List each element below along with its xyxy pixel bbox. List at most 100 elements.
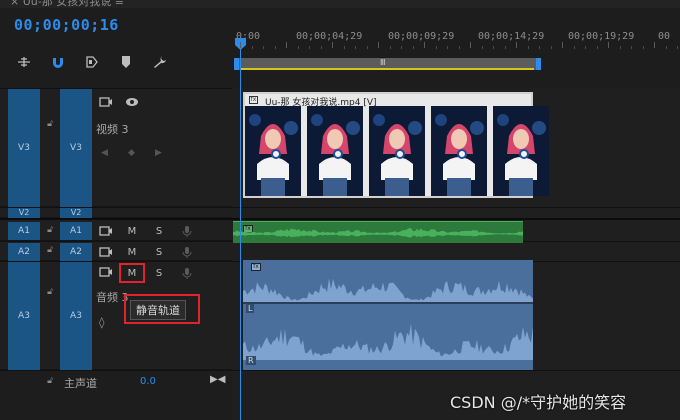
ruler-minor-tick [401,46,402,49]
insert-nest-icon[interactable] [16,54,32,70]
solo-button-a1[interactable]: S [152,224,166,238]
waveform-a3 [243,278,533,360]
prev-keyframe-icon[interactable]: ◀ [101,148,108,158]
video-thumbnail [431,106,487,196]
playhead-timecode[interactable]: 00;00;00;16 [14,16,119,34]
linked-selection-icon[interactable] [84,54,100,70]
lock-icon[interactable]: 🔓︎ [43,225,57,239]
ruler-minor-tick [631,46,632,49]
volume-keyframe-icon[interactable]: ◊ [99,316,104,329]
audio-clip-a1[interactable]: fx [233,221,523,243]
track-name-v3[interactable]: 视频 3 [96,121,129,137]
ruler-tick [378,42,379,48]
ruler-minor-tick [309,46,310,49]
ruler-label-2: 00;00;09;29 [388,31,455,42]
timeline-panel: { "panel": {"title_fragment": "× Uu-那 女孩… [0,0,680,420]
ruler-tick [424,42,425,48]
target-track-v2[interactable]: V2 [60,208,92,218]
solo-button-a2[interactable]: S [152,245,166,259]
panel-tab-bar: × Uu-那 女孩对我说 ≡ [0,0,680,8]
sync-lock-icon[interactable] [98,245,114,259]
watermark-text: CSDN @/*守护她的笑容 [450,393,627,412]
channel-label-left: L [246,304,255,313]
mute-button-a2[interactable]: M [125,245,139,259]
ruler-tick [516,42,517,48]
mute-button-a3[interactable]: M [119,263,145,283]
mute-button-a1[interactable]: M [125,224,139,238]
solo-button-a3[interactable]: S [152,266,166,280]
ruler-minor-tick [343,46,345,49]
lock-icon[interactable]: 🔓︎ [43,119,57,133]
ruler-minor-tick [504,46,506,49]
ruler-tick [562,42,563,48]
target-track-a1[interactable]: A1 [60,222,92,240]
ruler-tick [332,42,333,48]
ruler-minor-tick [274,46,276,49]
add-marker-icon[interactable] [118,54,134,70]
ruler-minor-tick [550,46,552,49]
video-thumbnail [307,106,363,196]
ruler-minor-tick [458,46,460,49]
ruler-minor-tick [619,46,621,49]
audio-clip-a3[interactable]: fx L R [243,260,533,370]
target-track-v3[interactable]: V3 [60,89,92,207]
ruler-minor-tick [677,46,678,49]
source-patch-v2[interactable]: V2 [8,208,40,218]
ruler-tick [286,42,287,48]
ruler-tick [470,42,471,48]
ruler-minor-tick [263,46,264,49]
channel-label-right: R [246,356,256,365]
waveform-a1 [233,228,523,238]
add-keyframe-icon[interactable]: ◆ [128,148,135,158]
ruler-minor-tick [251,46,253,49]
playhead-line[interactable] [240,42,241,420]
target-track-a2[interactable]: A2 [60,243,92,261]
sync-lock-icon[interactable] [98,95,114,109]
snap-magnet-icon[interactable] [50,54,66,70]
rendered-range-indicator [240,68,534,70]
work-area-grip[interactable]: Ⅲ [380,58,386,67]
go-to-end-icon[interactable]: ▶◀ [210,374,225,385]
source-patch-a1[interactable]: A1 [8,222,40,240]
master-track-label: 主声道 [64,377,97,390]
ruler-tick [654,42,655,48]
source-patch-v3[interactable]: V3 [8,89,40,207]
ruler-minor-tick [539,46,540,49]
source-patch-a2[interactable]: A2 [8,243,40,261]
work-area-out-handle[interactable] [536,58,541,70]
video-clip[interactable]: fx Uu-那 女孩对我说.mp4 [V] [243,92,549,198]
ruler-tick [608,42,609,48]
ruler-minor-tick [527,46,529,49]
ruler-minor-tick [355,46,356,49]
ruler-minor-tick [585,46,586,49]
target-track-a3[interactable]: A3 [60,262,92,370]
microphone-icon[interactable] [179,224,195,238]
microphone-icon[interactable] [179,266,195,280]
master-volume-value[interactable]: 0.0 [140,376,156,387]
sync-lock-icon[interactable] [98,265,114,279]
lock-icon[interactable]: 🔓︎ [43,376,57,390]
mute-track-tooltip: 静音轨道 [130,300,186,320]
video-thumbnail [245,106,301,196]
ruler-minor-tick [642,46,644,49]
lock-icon[interactable]: 🔓︎ [43,287,57,301]
ruler-minor-tick [573,46,575,49]
source-patch-a3[interactable]: A3 [8,262,40,370]
ruler-minor-tick [493,46,494,49]
ruler-minor-tick [412,46,414,49]
ruler-minor-tick [320,46,322,49]
ruler-minor-tick [596,46,598,49]
eye-icon[interactable] [124,95,140,109]
ruler-minor-tick [481,46,483,49]
ruler-label-3: 00;00;14;29 [478,31,545,42]
sync-lock-icon[interactable] [98,224,114,238]
video-thumbnail [493,106,549,196]
lock-icon[interactable]: 🔓︎ [43,245,57,259]
next-keyframe-icon[interactable]: ▶ [155,148,162,158]
sequence-tab[interactable]: × Uu-那 女孩对我说 ≡ [10,0,124,8]
ruler-minor-tick [435,46,437,49]
ruler-label-5: 00 [658,31,671,42]
work-area-in-handle[interactable] [234,58,239,70]
wrench-settings-icon[interactable] [152,54,168,70]
microphone-icon[interactable] [179,245,195,259]
